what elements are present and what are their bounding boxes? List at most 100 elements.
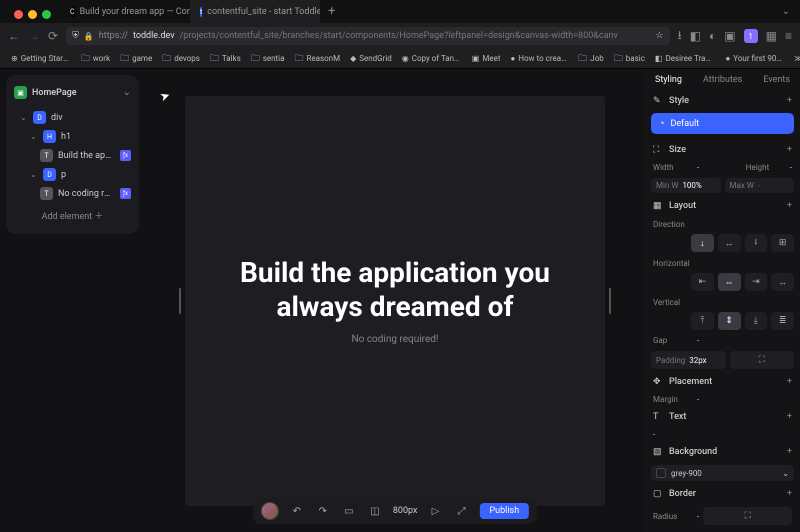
preview-button[interactable]: ▷ (427, 503, 443, 519)
justify-between[interactable]: ≣ (771, 312, 794, 330)
add-button[interactable]: + (787, 412, 792, 422)
bookmark[interactable]: ▣Meet (469, 53, 504, 64)
chevron-down-icon[interactable]: ⌄ (20, 113, 28, 122)
add-button[interactable]: + (787, 377, 792, 387)
tree-node-h1[interactable]: ⌄ H h1 (12, 127, 133, 146)
max-width-field[interactable]: Max W- (725, 178, 795, 193)
tabs-dropdown[interactable]: ⌄ (772, 6, 800, 17)
canvas-width[interactable]: 800px (393, 506, 418, 516)
extension-icon[interactable]: 1 (744, 29, 758, 43)
url-field[interactable]: ⛨ 🔒 https://toddle.dev/projects/contentf… (66, 27, 669, 45)
add-button[interactable]: + (787, 145, 792, 155)
tree-node-text[interactable]: T Build the application y ƒx (12, 146, 133, 165)
align-start[interactable]: ⇤ (691, 273, 714, 291)
height-value[interactable]: - (790, 163, 792, 172)
gap-value[interactable]: - (697, 336, 699, 345)
direction-grid[interactable]: ⊞ (771, 234, 794, 252)
chevron-down-icon[interactable]: ⌄ (30, 170, 38, 179)
undo-button[interactable]: ↶ (289, 503, 305, 519)
margin-value[interactable]: - (697, 395, 699, 404)
star-icon[interactable]: ☆ (655, 31, 663, 41)
add-button[interactable]: + (787, 447, 792, 457)
desktop-icon[interactable]: ▭ (341, 503, 357, 519)
tab-attributes[interactable]: Attributes (703, 75, 742, 85)
bookmark-folder[interactable]: 🗀basic (611, 50, 648, 68)
publish-button[interactable]: Publish (479, 503, 529, 519)
radius-expand[interactable]: ⛶ (703, 507, 792, 525)
align-end[interactable]: ⇥ (745, 273, 768, 291)
extension-icon[interactable]: ▣ (724, 29, 735, 43)
direction-row[interactable]: ↔ (718, 234, 741, 252)
tree-node-div[interactable]: ⌄ D div (12, 108, 133, 127)
settings-icon[interactable]: ⤢ (453, 503, 469, 519)
bookmark-folder[interactable]: 🗀sentia (248, 50, 288, 68)
bookmark[interactable]: ●Your first 90 days a… (722, 53, 786, 64)
align-stretch[interactable]: ↔ (771, 273, 794, 291)
download-icon[interactable]: ⭳ (678, 26, 682, 47)
account-icon[interactable]: ◐ (709, 29, 716, 43)
avatar[interactable] (261, 502, 279, 520)
chevron-down-icon[interactable]: ⌄ (30, 132, 38, 141)
justify-end[interactable]: ⤓ (745, 312, 768, 330)
section-placement: ✥ Placement + (651, 372, 794, 392)
bookmark[interactable]: ◆SendGrid (347, 53, 395, 64)
bookmark[interactable]: ◧Desiree Tram | Resi… (652, 53, 719, 64)
width-value[interactable]: - (697, 163, 699, 172)
align-center[interactable]: ⇔ (718, 273, 741, 291)
bookmark-folder[interactable]: 🗀game (117, 50, 155, 68)
justify-center[interactable]: ⇕ (718, 312, 741, 330)
tab-1[interactable]: C Build your dream app — Cont × (60, 0, 190, 23)
extension-icon[interactable]: ▦ (766, 29, 777, 43)
add-button[interactable]: + (787, 201, 792, 211)
resize-handle[interactable] (179, 288, 181, 314)
bookmark-folder[interactable]: 🗀devops (159, 50, 203, 68)
bookmark-folder[interactable]: 🗀Talks (207, 50, 244, 68)
canvas[interactable]: Build the application you always dreamed… (185, 96, 605, 506)
tree-node-text[interactable]: T No coding required! ƒx (12, 184, 133, 203)
style-variant-default[interactable]: ◔ Default (651, 113, 794, 134)
tree-root[interactable]: ▣ HomePage ⌄ (12, 83, 133, 102)
tab-2[interactable]: t contentful_site - start Toddle × (190, 0, 320, 23)
tablet-icon[interactable]: ◫ (367, 503, 383, 519)
text-icon: T (40, 149, 53, 162)
bookmark[interactable]: ●How to create a boo… (507, 53, 571, 64)
canvas-subheading[interactable]: No coding required! (352, 334, 439, 345)
reload-button[interactable]: ⟳ (48, 29, 58, 43)
add-button[interactable]: + (787, 96, 792, 106)
justify-start[interactable]: ⤒ (691, 312, 714, 330)
resize-handle[interactable] (609, 288, 611, 314)
formula-icon[interactable]: ƒx (120, 150, 131, 161)
tab-styling[interactable]: Styling (655, 75, 682, 85)
add-element-button[interactable]: Add element ＋ (12, 203, 133, 224)
tab-events[interactable]: Events (763, 75, 790, 85)
back-button[interactable]: ← (8, 29, 20, 43)
bookmark[interactable]: ⊕Getting Started (8, 53, 74, 64)
bookmarks-overflow[interactable]: ≫ (794, 54, 800, 63)
bookmark-folder[interactable]: 🗀ReasonM (291, 50, 343, 68)
background-color-field[interactable]: grey-900 ⌄ (651, 465, 794, 481)
address-bar: ← → ⟳ ⛨ 🔒 https://toddle.dev/projects/co… (0, 23, 800, 49)
direction-column[interactable]: ↓ (691, 234, 714, 252)
border-icon: ▢ (653, 489, 663, 499)
menu-icon[interactable]: ≡ (785, 29, 792, 43)
element-icon: D (33, 111, 46, 124)
extension-icon[interactable]: ◧ (690, 29, 701, 43)
direction-wrap[interactable]: ⭭ (745, 234, 768, 252)
bookmark[interactable]: ◉Copy of Tandermars… (399, 53, 465, 64)
redo-button[interactable]: ↷ (315, 503, 331, 519)
add-button[interactable]: + (787, 489, 792, 499)
bookmark-folder[interactable]: 🗀Job (575, 50, 606, 68)
formula-icon[interactable]: ƒx (120, 188, 131, 199)
padding-field[interactable]: Padding32px (651, 351, 726, 369)
padding-expand[interactable]: ⛶ (730, 351, 795, 369)
tree-node-p[interactable]: ⌄ D p (12, 165, 133, 184)
new-tab-button[interactable]: + (320, 4, 343, 19)
forward-button[interactable]: → (28, 29, 40, 43)
section-size: ⛶ Size + (651, 140, 794, 160)
chevron-down-icon[interactable]: ⌄ (782, 469, 789, 478)
chevron-down-icon[interactable]: ⌄ (123, 87, 131, 98)
bookmark-folder[interactable]: 🗀work (78, 50, 113, 68)
min-width-field[interactable]: Min W100% (651, 178, 721, 193)
canvas-heading[interactable]: Build the application you always dreamed… (217, 256, 573, 323)
radius-value[interactable]: - (697, 512, 699, 521)
